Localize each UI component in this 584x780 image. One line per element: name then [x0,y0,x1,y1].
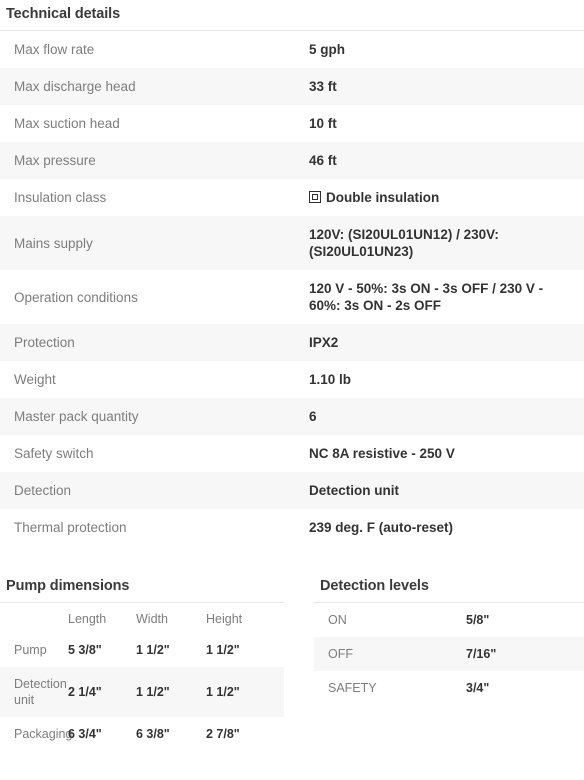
pump-dimensions-heading: Pump dimensions [0,572,284,603]
technical-details-page: Technical details Max flow rate 5 gph Ma… [0,0,584,780]
cell-width: 1 1/2" [136,643,170,657]
spec-value: 6 [309,409,317,424]
technical-details-section: Technical details Max flow rate 5 gph Ma… [0,0,584,546]
table-row: Detection unit 2 1/4" 1 1/2" 1 1/2" [0,667,284,717]
spec-label: Protection [14,335,75,350]
spec-label: Max suction head [14,116,120,131]
row-label: OFF [328,647,353,661]
table-row: Max flow rate 5 gph [0,31,584,68]
spec-label: Weight [14,372,56,387]
spec-value: 120 V - 50%: 3s ON - 3s OFF / 230 V - 60… [309,281,544,313]
spec-value: NC 8A resistive - 250 V [309,446,455,461]
spec-value: 46 ft [309,153,337,168]
table-row: Packaging 6 3/4" 6 3/8" 2 7/8" [0,717,284,751]
table-row: OFF 7/16" [314,637,584,671]
spec-label: Master pack quantity [14,409,139,424]
column-header-length: Length [68,612,107,626]
bottom-tables-area: Pump dimensions Length Width Height Pump [0,572,584,751]
table-row: Safety switch NC 8A resistive - 250 V [0,435,584,472]
detection-levels-table: ON 5/8" OFF 7/16" SAFETY 3/4" [314,603,584,705]
spec-value-insulation: Double insulation [309,179,584,216]
table-row: Max suction head 10 ft [0,105,584,142]
pump-dimensions-header: Length Width Height [0,603,284,633]
table-row: SAFETY 3/4" [314,671,584,705]
cell-length: 6 3/4" [68,727,102,741]
technical-details-table: Max flow rate 5 gph Max discharge head 3… [0,31,584,546]
row-value: 5/8" [466,613,490,627]
table-row: Protection IPX2 [0,324,584,361]
cell-height: 1 1/2" [206,643,240,657]
table-row: Operation conditions 120 V - 50%: 3s ON … [0,270,584,324]
detection-levels-body: ON 5/8" OFF 7/16" SAFETY 3/4" [314,603,584,705]
spec-value: 33 ft [309,79,337,94]
cell-length: 2 1/4" [68,685,102,699]
spec-label: Safety switch [14,446,94,461]
table-header-row: Length Width Height [0,603,284,633]
table-row: Insulation class Double insulation [0,179,584,216]
spec-value: 5 gph [309,42,345,57]
table-row: ON 5/8" [314,603,584,637]
spec-value: 239 deg. F (auto-reset) [309,520,454,535]
spec-label: Mains supply [14,235,93,251]
column-header-width: Width [136,612,168,626]
pump-dimensions-table: Length Width Height Pump 5 3/8" 1 1/2" 1… [0,603,284,751]
spec-label: Max pressure [14,153,96,168]
cell-length: 5 3/8" [68,643,102,657]
detection-levels-heading: Detection levels [314,572,584,603]
spec-label: Thermal protection [14,520,127,535]
spec-value: 1.10 lb [309,372,352,387]
double-insulation-icon [309,191,321,203]
spec-value: Detection unit [309,483,399,498]
row-label: Detection unit [14,677,67,707]
spec-label: Detection [14,483,72,498]
table-row: Pump 5 3/8" 1 1/2" 1 1/2" [0,633,284,667]
cell-width: 6 3/8" [136,727,170,741]
table-row: Mains supply 120V: (SI20UL01UN12) / 230V… [0,216,584,270]
cell-height: 2 7/8" [206,727,240,741]
technical-details-body: Max flow rate 5 gph Max discharge head 3… [0,31,584,546]
spec-label: Operation conditions [14,289,138,305]
spec-value: IPX2 [309,335,339,350]
row-label: Pump [14,643,47,657]
spec-label: Max flow rate [14,42,95,57]
table-row: Master pack quantity 6 [0,398,584,435]
cell-height: 1 1/2" [206,685,240,699]
spec-label: Insulation class [14,190,107,205]
detection-levels-section: Detection levels ON 5/8" OFF 7/16" SAFET… [314,572,584,751]
table-row: Weight 1.10 lb [0,361,584,398]
technical-details-heading: Technical details [0,0,584,31]
column-header-blank [0,603,68,633]
table-row: Max discharge head 33 ft [0,68,584,105]
spec-value: 10 ft [309,116,337,131]
table-row: Max pressure 46 ft [0,142,584,179]
pump-dimensions-body: Pump 5 3/8" 1 1/2" 1 1/2" Detection unit… [0,633,284,751]
row-label: ON [328,613,347,627]
pump-dimensions-section: Pump dimensions Length Width Height Pump [0,572,284,751]
table-row: Thermal protection 239 deg. F (auto-rese… [0,509,584,546]
row-value: 7/16" [466,647,497,661]
cell-width: 1 1/2" [136,685,170,699]
table-row: Detection Detection unit [0,472,584,509]
spec-value: Double insulation [326,190,440,205]
column-header-height: Height [206,612,243,626]
spec-value: 120V: (SI20UL01UN12) / 230V: (SI20UL01UN… [309,227,499,259]
row-label: Packaging [14,727,73,741]
spec-label: Max discharge head [14,79,136,94]
row-label: SAFETY [328,681,377,695]
row-value: 3/4" [466,681,490,695]
